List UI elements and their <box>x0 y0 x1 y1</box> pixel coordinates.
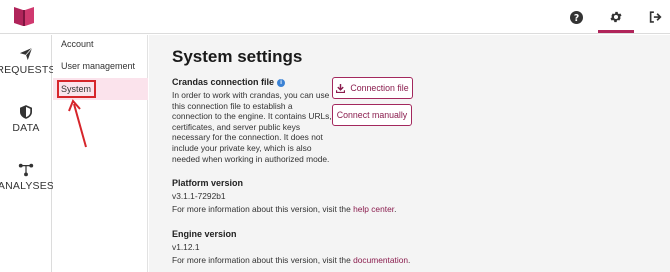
engine-info-prefix: For more information about this version,… <box>172 255 354 265</box>
help-center-link[interactable]: help center <box>353 204 394 214</box>
nav-analyses[interactable]: ANALYSES <box>0 163 55 192</box>
platform-info-prefix: For more information about this version,… <box>172 204 354 214</box>
download-icon <box>336 83 346 93</box>
help-icon[interactable]: ? <box>565 6 587 28</box>
subnav-account[interactable]: Account <box>53 33 148 55</box>
engine-version-info: For more information about this version,… <box>172 255 410 265</box>
nav-requests[interactable]: REQUESTS <box>0 47 55 76</box>
connection-file-description: In order to work with crandas, you can u… <box>172 90 332 164</box>
subnav-user-management[interactable]: User management <box>53 55 148 77</box>
subnav-system-label: System <box>57 80 96 98</box>
annotation-arrow-icon <box>68 99 87 148</box>
settings-subnav: Account User management System <box>53 35 148 272</box>
page-title: System settings <box>172 47 303 66</box>
network-icon <box>18 163 34 177</box>
gear-icon[interactable] <box>605 6 627 28</box>
engine-version-value: v1.12.1 <box>172 242 200 252</box>
settings-tab[interactable] <box>598 0 634 34</box>
nav-requests-label: REQUESTS <box>0 64 56 76</box>
connection-file-heading-text: Crandas connection file <box>172 77 275 87</box>
engine-version-heading: Engine version <box>172 229 237 239</box>
platform-info-suffix: . <box>394 204 397 214</box>
platform-version-heading: Platform version <box>172 178 244 188</box>
subnav-system[interactable]: System <box>53 78 148 100</box>
download-connection-file-button[interactable]: Connection file <box>332 77 413 99</box>
download-connection-file-label: Connection file <box>350 83 409 93</box>
paper-plane-icon <box>19 47 33 61</box>
nav-analyses-label: ANALYSES <box>0 180 55 192</box>
nav-data[interactable]: DATA <box>0 105 52 134</box>
shield-icon <box>20 105 32 119</box>
connection-file-heading: Crandas connection file i <box>172 77 286 87</box>
info-icon[interactable]: i <box>277 79 286 87</box>
platform-version-info: For more information about this version,… <box>172 204 396 214</box>
connect-manually-button[interactable]: Connect manually <box>332 104 412 126</box>
platform-version-value: v3.1.1-7292b1 <box>172 191 226 201</box>
main-content: System settings Crandas connection file i… <box>149 35 670 272</box>
book-logo-icon[interactable] <box>12 5 36 27</box>
top-bar: ? <box>0 0 670 34</box>
nav-data-label: DATA <box>12 122 40 134</box>
logout-icon[interactable] <box>644 6 666 28</box>
engine-info-suffix: . <box>408 255 411 265</box>
active-tab-indicator <box>598 30 634 33</box>
svg-text:?: ? <box>573 12 578 23</box>
documentation-link[interactable]: documentation <box>353 255 408 265</box>
left-nav: REQUESTS DATA ANALYSES <box>0 35 55 272</box>
